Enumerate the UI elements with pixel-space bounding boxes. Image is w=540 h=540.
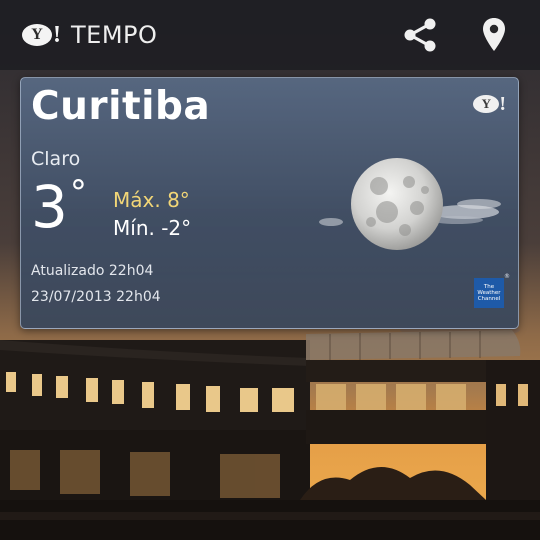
action-buttons	[400, 13, 540, 57]
current-temperature: 3°	[31, 176, 87, 236]
share-icon	[404, 18, 436, 52]
min-temperature: Mín. -2°	[113, 216, 192, 240]
updated-date: 23/07/2013 22h04	[31, 289, 161, 305]
weather-channel-logo: The Weather Channel ®	[474, 273, 510, 308]
yahoo-logo-icon: Y	[22, 24, 52, 46]
share-button[interactable]	[400, 13, 440, 57]
yahoo-badge: Y !	[473, 94, 506, 114]
yahoo-logo-exclamation: !	[53, 22, 61, 48]
app-brand[interactable]: Y ! TEMPO	[22, 21, 157, 49]
weather-condition: Claro	[31, 148, 81, 170]
provider-logo-line-3: Channel	[477, 296, 501, 303]
temperature-value: 3	[31, 173, 68, 241]
location-pin-icon	[483, 18, 505, 51]
action-bar: Y ! TEMPO	[0, 0, 540, 70]
updated-time: Atualizado 22h04	[31, 263, 154, 279]
max-temperature: Máx. 8°	[113, 188, 190, 212]
yahoo-badge-icon: Y	[473, 95, 500, 113]
provider-registered-mark: ®	[504, 273, 510, 280]
moon-clear-night-icon	[319, 158, 501, 250]
app-title: TEMPO	[71, 21, 158, 49]
yahoo-badge-exclamation: !	[499, 93, 506, 115]
temperature-unit: °	[69, 173, 87, 213]
location-button[interactable]	[474, 13, 514, 57]
weather-card[interactable]: Curitiba Y ! Claro 3° Máx. 8° Mín. -2° A…	[20, 77, 519, 329]
city-name: Curitiba	[31, 84, 211, 129]
